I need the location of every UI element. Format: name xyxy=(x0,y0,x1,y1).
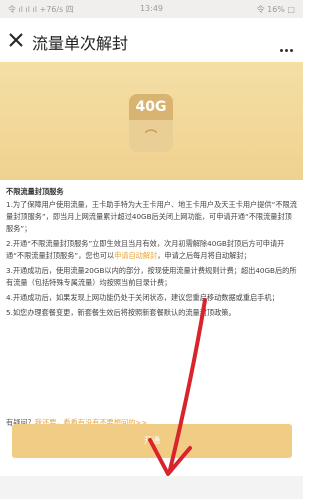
rule-5: 5.如您办理套餐变更，新套餐生效后将按照新套餐默认的流量封顶政策。 xyxy=(6,308,236,317)
status-bar: 令 ıl ıl ıl +76/s 四 13:49 令 16% □ xyxy=(0,0,303,18)
nav-bar: 流量单次解封 xyxy=(0,18,303,63)
rule-1: 1.为了保障用户使用流量，王卡助手特为大王卡用户、地王卡用户及天王卡用户提供“不… xyxy=(6,200,297,233)
section-heading: 不限流量封顶服务 xyxy=(6,187,64,196)
badge-symbol: ⌒ xyxy=(144,129,157,143)
banner: 40G ⌒ xyxy=(0,62,303,180)
auto-unblock-link[interactable]: 申请自动解封 xyxy=(114,251,157,260)
service-description: 不限流量封顶服务 1.为了保障用户使用流量，王卡助手特为大王卡用户、地王卡用户及… xyxy=(6,186,298,322)
bottom-bar xyxy=(0,476,303,499)
activate-button[interactable]: 开通 xyxy=(12,424,292,458)
rule-4: 4.开通成功后，如果发现上网功能仍处于关闭状态，建议您重启移动数据或重启手机； xyxy=(6,293,279,302)
status-right: 令 16% □ xyxy=(256,5,295,14)
badge-label: 40G xyxy=(135,99,167,115)
traffic-badge-icon: 40G ⌒ xyxy=(129,94,173,152)
page-title: 流量单次解封 xyxy=(32,34,129,53)
rule-2: 2.开通“不限流量封顶服务”立即生效且当月有效，次月初需解除40GB封顶后方可申… xyxy=(6,239,285,260)
more-icon[interactable] xyxy=(278,37,293,56)
rule-3: 3.开通成功后，使用流量20GB以内的部分，按现使用流量计费规则计费；超出40G… xyxy=(6,266,297,287)
close-icon[interactable] xyxy=(6,30,26,50)
